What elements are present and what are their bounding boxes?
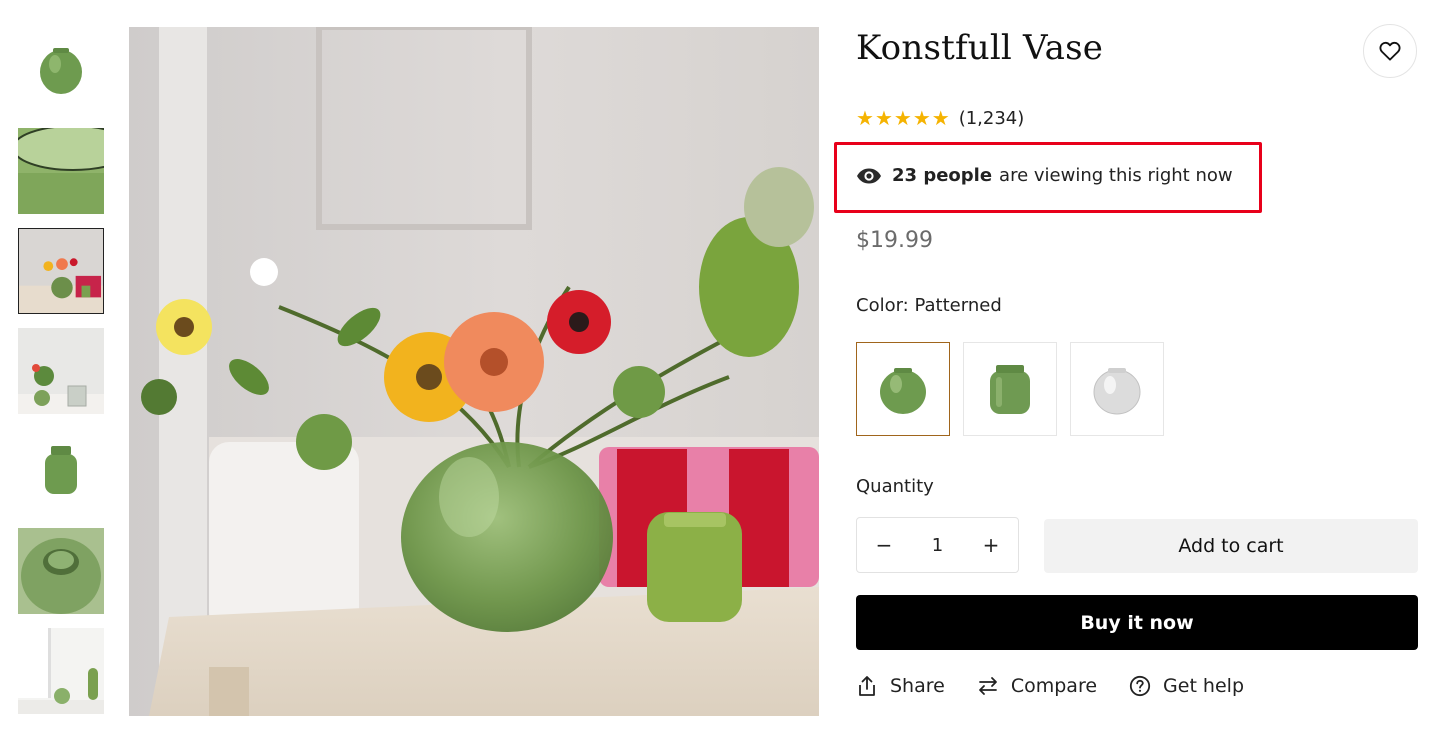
thumbnail-lifestyle-flowers[interactable] [18,228,104,314]
share-icon [859,676,875,696]
quantity-label: Quantity [856,476,934,497]
main-product-image [129,27,819,716]
quantity-stepper: − + [856,517,1019,573]
swatch-cylinder-green[interactable] [963,342,1057,436]
star-icon: ★ [856,106,874,130]
swatch-round-green[interactable] [856,342,950,436]
star-icon: ★ [931,106,950,130]
get-help-label: Get help [1163,675,1245,697]
rating[interactable]: ★ ★ ★ ★ ★ (1,234) [856,106,1024,130]
star-icon: ★ [893,106,912,130]
buy-now-button[interactable]: Buy it now [856,595,1418,650]
thumbnail-window-scene[interactable] [18,628,104,714]
question-circle-icon [1129,675,1151,697]
eye-icon [857,168,881,183]
color-swatches [856,342,1177,436]
viewers-count: 23 people [892,165,993,186]
product-info-panel: Konstfull Vase ★ ★ ★ ★ ★ (1,234) 23 peop… [834,0,1418,730]
thumbnail-vase-top[interactable] [18,528,104,614]
rating-stars: ★ ★ ★ ★ ★ [856,106,951,130]
product-title: Konstfull Vase [856,28,1104,68]
swatch-round-clear[interactable] [1070,342,1164,436]
quantity-decrease-button[interactable]: − [857,518,911,572]
price: $19.99 [856,228,933,253]
thumbnail-round-vase[interactable] [18,28,104,114]
color-label: Color: [856,295,909,316]
add-to-cart-button[interactable]: Add to cart [1044,519,1418,573]
thumbnail-cylinder-vase[interactable] [18,428,104,514]
color-value: Patterned [914,295,1002,316]
quantity-input[interactable] [915,533,960,557]
review-count[interactable]: (1,234) [959,108,1025,129]
color-selector-label: Color: Patterned [856,295,1002,316]
star-icon: ★ [912,106,931,130]
quantity-increase-button[interactable]: + [964,518,1018,572]
product-actions: Share Compare Get help [856,675,1276,697]
compare-label: Compare [1010,675,1098,697]
thumbnail-vase-closeup[interactable] [18,128,104,214]
heart-icon [1379,41,1401,61]
get-help-button[interactable]: Get help [1129,675,1244,697]
star-icon: ★ [874,106,893,130]
wishlist-button[interactable] [1363,24,1417,78]
share-button[interactable]: Share [856,675,945,697]
viewers-text: are viewing this right now [999,165,1233,186]
compare-button[interactable]: Compare [977,675,1097,697]
compare-arrows-icon [978,677,997,695]
viewers-notice: 23 people are viewing this right now [856,165,1233,186]
thumbnail-vase-set[interactable] [18,328,104,414]
share-label: Share [890,675,945,697]
